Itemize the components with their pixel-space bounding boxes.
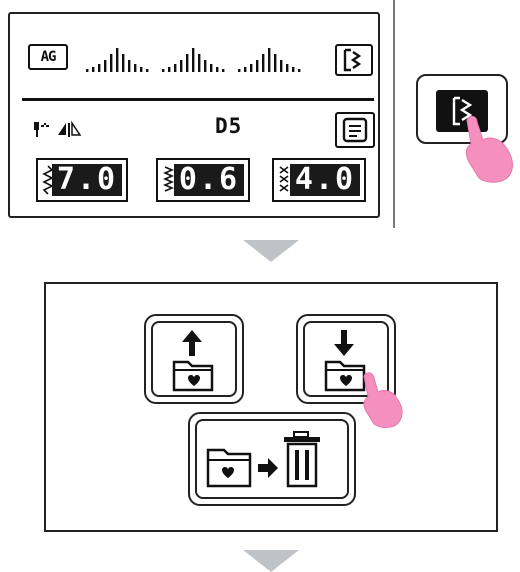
stitch-pattern-preview — [86, 48, 301, 72]
lcd-screen-memory — [44, 282, 498, 532]
separator — [393, 0, 395, 228]
stitch-width-value: 0.6 — [174, 164, 244, 196]
memory-icon — [342, 117, 368, 143]
delete-folder-button[interactable] — [188, 412, 356, 506]
pattern-switch-button[interactable] — [335, 44, 373, 76]
touch-finger-icon — [465, 115, 513, 183]
stitch-length-param[interactable]: 7.0 — [36, 158, 128, 202]
folder-upload-icon — [172, 330, 214, 392]
stitch-length-value: 7.0 — [52, 164, 122, 196]
flow-arrow — [243, 550, 299, 572]
stitch-mode-label: AG — [28, 44, 68, 70]
memory-button[interactable] — [335, 112, 375, 148]
stitch-width-icon — [162, 166, 174, 192]
zigzag-pattern-icon — [343, 48, 362, 72]
touch-finger-icon — [363, 372, 403, 428]
lcd-screen-pattern: AG D5 7.0 0.6 4.0 — [8, 12, 380, 218]
needle-mode-icons — [34, 120, 82, 137]
tension-param[interactable]: 4.0 — [272, 158, 366, 202]
divider — [22, 98, 374, 101]
tension-icon — [279, 166, 289, 192]
tension-value: 4.0 — [290, 164, 360, 196]
stitch-width-param[interactable]: 0.6 — [156, 158, 250, 202]
pattern-id: D5 — [215, 114, 243, 138]
save-to-folder-button[interactable] — [144, 314, 244, 404]
flow-arrow — [243, 240, 299, 262]
folder-to-trash-icon — [206, 431, 320, 488]
